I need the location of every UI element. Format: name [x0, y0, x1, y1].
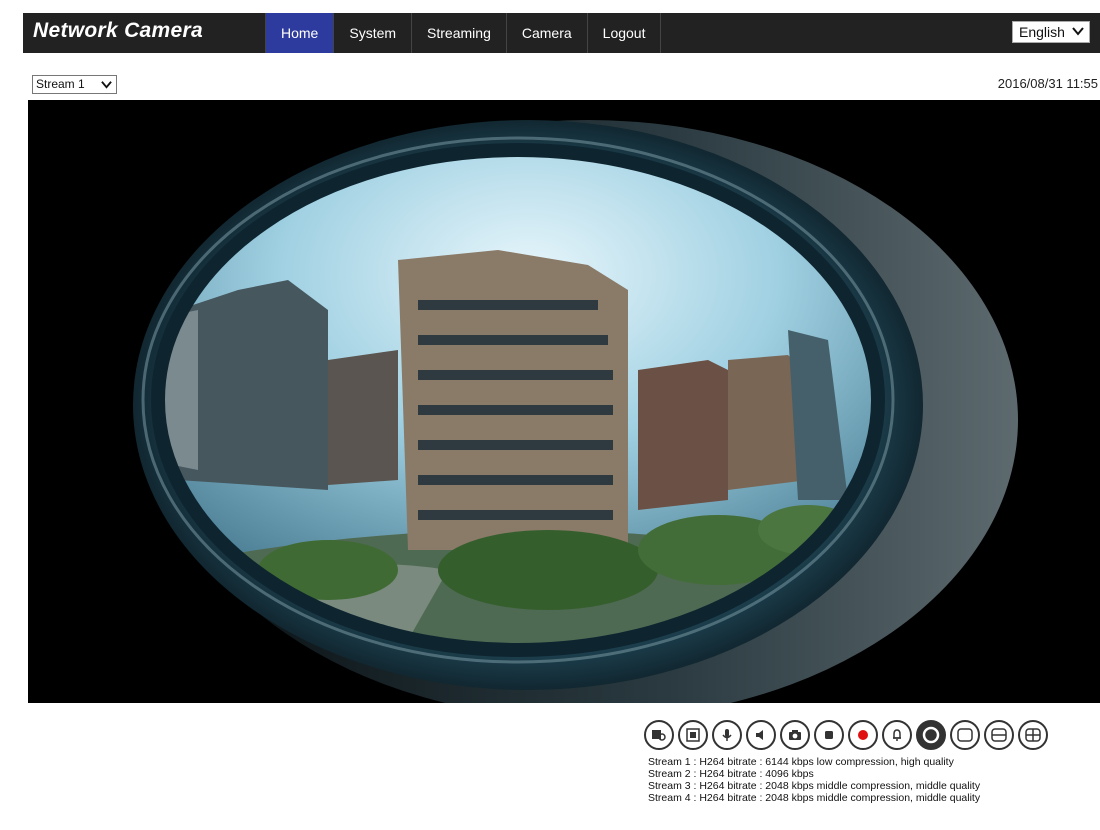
- quad-view-icon: [1025, 728, 1041, 742]
- speaker-button[interactable]: [746, 720, 776, 750]
- fisheye-circle-icon: [922, 726, 940, 744]
- snapshot-zoom-button[interactable]: [644, 720, 674, 750]
- alarm-button[interactable]: [882, 720, 912, 750]
- fullscreen-button[interactable]: [678, 720, 708, 750]
- alarm-bell-icon: [893, 729, 901, 741]
- stream-info-line: Stream 2 : H264 bitrate : 4096 kbps: [648, 768, 814, 780]
- main-nav: Home System Streaming Camera Logout: [265, 13, 662, 53]
- top-navigation-bar: Network Camera Home System Streaming Cam…: [23, 13, 1100, 53]
- record-button[interactable]: [848, 720, 878, 750]
- chevron-down-icon: [1072, 27, 1084, 36]
- chevron-down-icon: [101, 81, 112, 89]
- language-select[interactable]: English: [1012, 21, 1090, 43]
- quad-view-button[interactable]: [1018, 720, 1048, 750]
- snapshot-button[interactable]: [780, 720, 810, 750]
- record-icon: [858, 730, 868, 740]
- language-value: English: [1019, 24, 1065, 40]
- fisheye-view-button[interactable]: [916, 720, 946, 750]
- control-toolbar: [644, 720, 1048, 752]
- microphone-button[interactable]: [712, 720, 742, 750]
- fisheye-image: [133, 120, 1018, 703]
- stream-info-line: Stream 3 : H264 bitrate : 2048 kbps midd…: [648, 780, 981, 792]
- fullscreen-icon: [686, 728, 700, 742]
- live-video-view[interactable]: [28, 100, 1100, 703]
- camera-snapshot-icon: [789, 730, 801, 740]
- nav-streaming[interactable]: Streaming: [412, 13, 507, 53]
- microphone-icon: [722, 729, 732, 741]
- brand-title: Network Camera: [33, 19, 203, 42]
- stream-info-line: Stream 1 : H264 bitrate : 6144 kbps low …: [648, 756, 954, 768]
- current-datetime: 2016/08/31 11:55: [997, 76, 1098, 91]
- single-view-button[interactable]: [950, 720, 980, 750]
- nav-logout[interactable]: Logout: [588, 13, 662, 53]
- single-view-icon: [957, 728, 973, 742]
- stream-info-line: Stream 4 : H264 bitrate : 2048 kbps midd…: [648, 792, 981, 804]
- stream-info-list: Stream 1 : H264 bitrate : 6144 kbps low …: [648, 756, 980, 804]
- nav-system[interactable]: System: [334, 13, 413, 53]
- stop-button[interactable]: [814, 720, 844, 750]
- speaker-icon: [756, 730, 763, 740]
- stream-select[interactable]: Stream 1: [32, 75, 117, 94]
- dual-view-icon: [991, 728, 1007, 742]
- snapshot-zoom-icon: [652, 730, 666, 741]
- stop-icon: [825, 731, 833, 739]
- nav-home[interactable]: Home: [265, 13, 335, 53]
- nav-camera[interactable]: Camera: [507, 13, 588, 53]
- dual-view-button[interactable]: [984, 720, 1014, 750]
- stream-select-value: Stream 1: [36, 77, 85, 91]
